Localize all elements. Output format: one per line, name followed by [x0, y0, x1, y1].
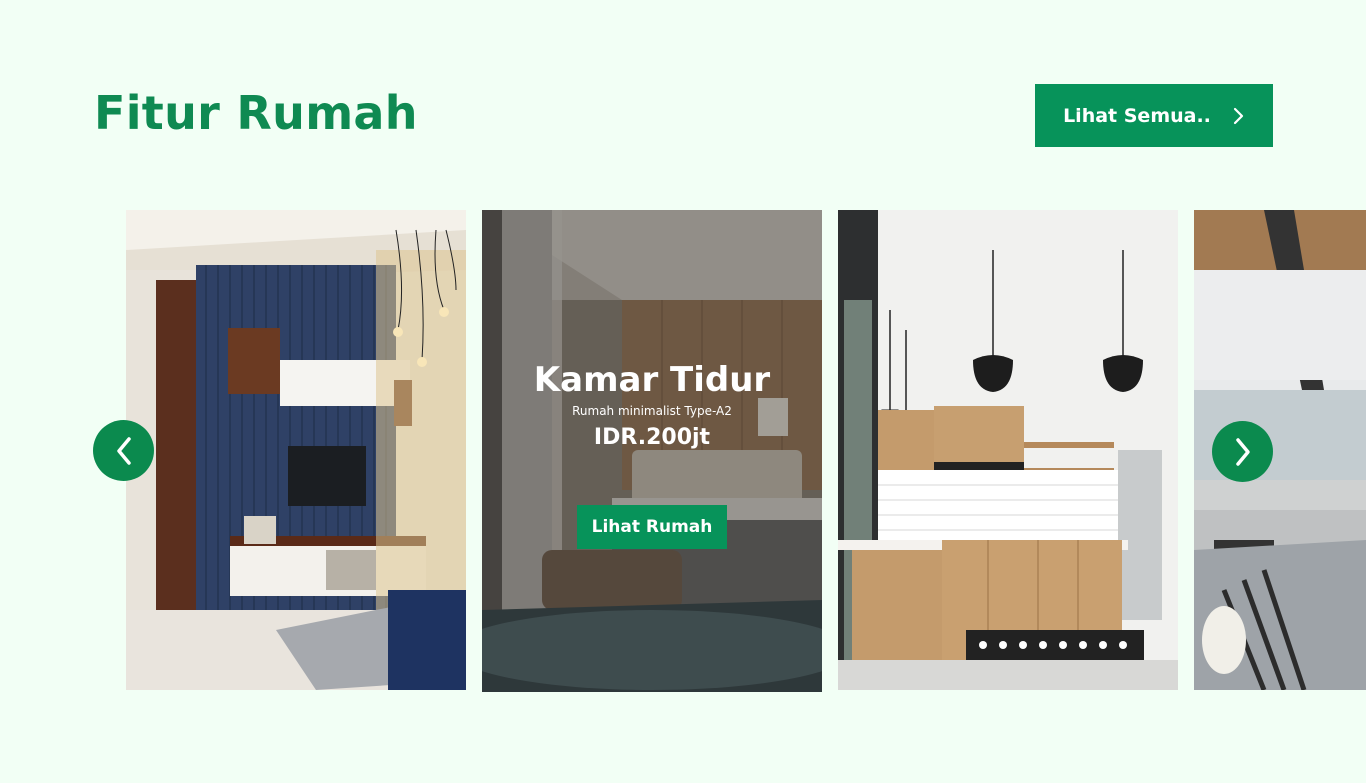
card-subtitle: Rumah minimalist Type-A2 [572, 404, 732, 418]
card-overlay [482, 210, 822, 692]
carousel-card-bedroom[interactable]: Kamar Tidur Rumah minimalist Type-A2 IDR… [482, 210, 822, 692]
chevron-right-icon [1235, 437, 1250, 466]
section-title: Fitur Rumah [94, 86, 418, 140]
living-room-image [126, 210, 466, 690]
carousel-track: Kamar Tidur Rumah minimalist Type-A2 IDR… [0, 210, 1366, 692]
carousel-card-living-room[interactable] [126, 210, 466, 690]
kitchen-image [838, 210, 1178, 690]
carousel-card-kitchen[interactable] [838, 210, 1178, 690]
view-house-button[interactable]: Lihat Rumah [577, 505, 727, 549]
chevron-left-icon [116, 436, 131, 465]
card-price: IDR.200jt [593, 425, 711, 450]
card-title: Kamar Tidur [533, 360, 771, 400]
see-all-label: Lihat Semua.. [1063, 104, 1211, 127]
carousel-prev-button[interactable] [93, 420, 154, 481]
carousel-next-button[interactable] [1212, 421, 1273, 482]
see-all-button[interactable]: Lihat Semua.. [1035, 84, 1273, 147]
page: Fitur Rumah Lihat Semua.. Kamar Tidur Ru… [0, 0, 1366, 783]
chevron-right-icon [1233, 107, 1244, 124]
